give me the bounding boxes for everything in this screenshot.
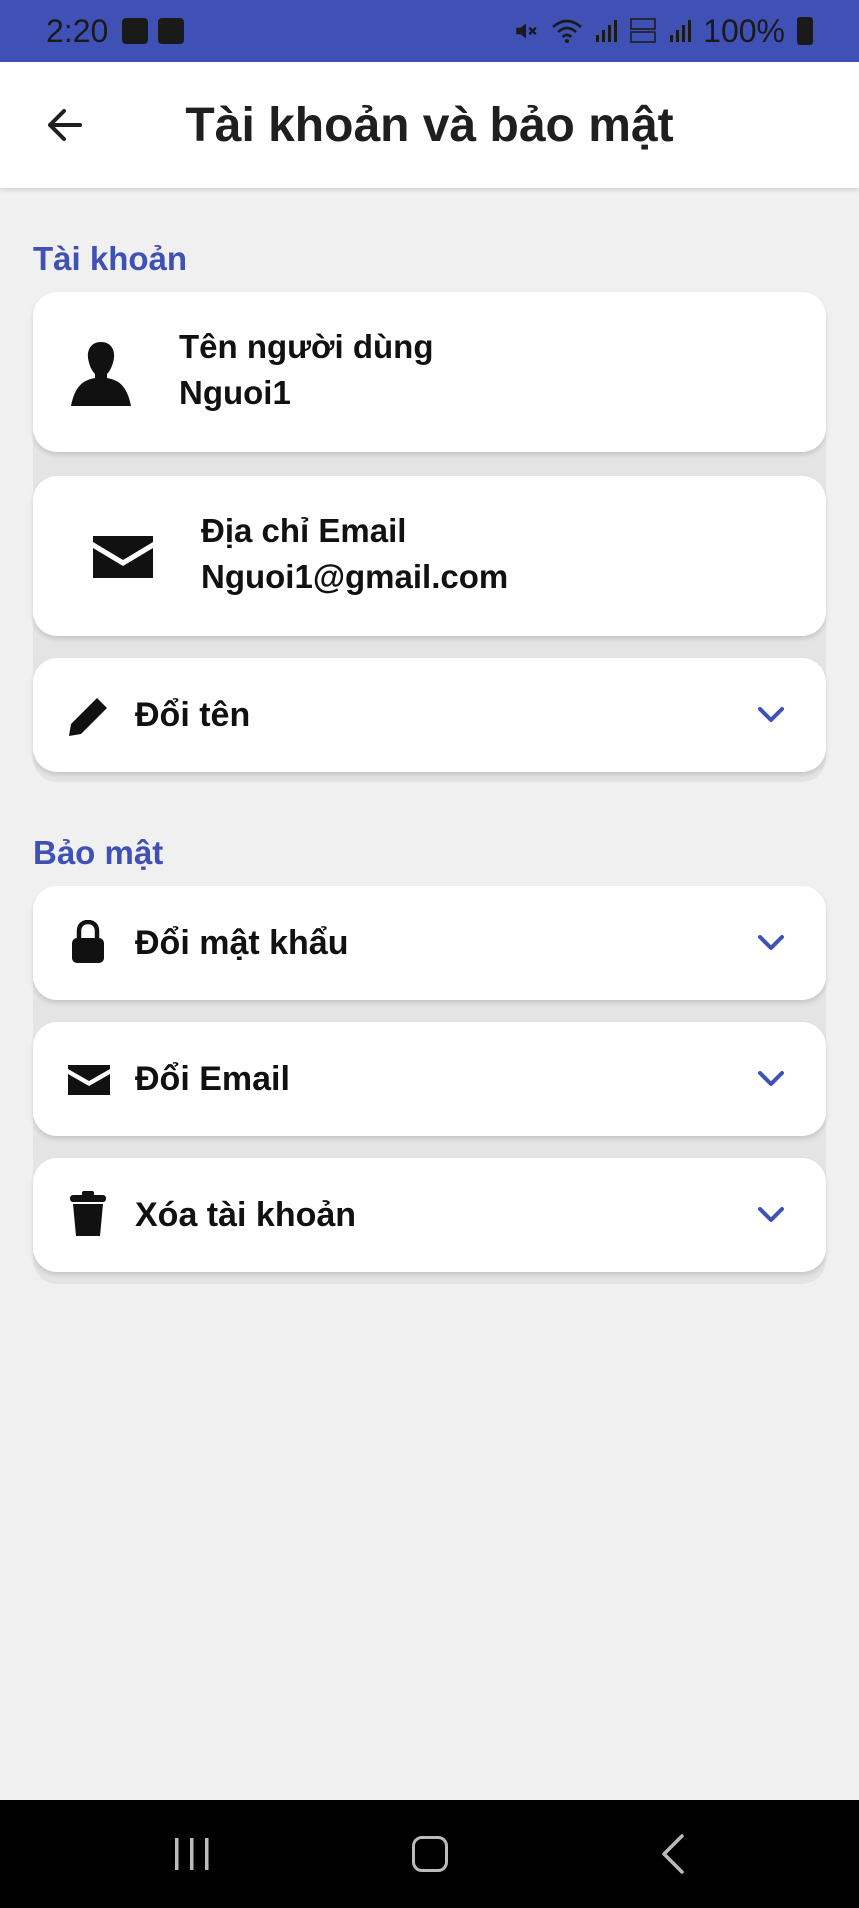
recents-icon[interactable] xyxy=(172,1836,212,1872)
gallery-icon xyxy=(122,18,149,44)
mute-icon xyxy=(516,23,537,39)
wifi-icon xyxy=(552,19,583,43)
delete-account-row[interactable]: Xóa tài khoản xyxy=(33,1158,826,1272)
mail-icon xyxy=(93,536,153,578)
status-right: 100% xyxy=(513,13,813,50)
email-label: Địa chỉ Email xyxy=(201,512,407,549)
status-time: 2:20 xyxy=(46,12,109,49)
chevron-down-icon[interactable] xyxy=(756,700,786,730)
trash-icon xyxy=(70,1191,106,1236)
back-icon[interactable] xyxy=(660,1834,686,1874)
username-value: Nguoi1 xyxy=(179,374,291,411)
person-icon xyxy=(71,342,131,406)
section-title-security: Bảo mật xyxy=(33,834,164,871)
pencil-icon xyxy=(69,698,107,736)
arrow-left-icon[interactable] xyxy=(40,100,90,150)
rename-row[interactable]: Đổi tên xyxy=(33,658,826,772)
email-card: Địa chỉ Email Nguoi1@gmail.com xyxy=(33,476,826,636)
signal-icon xyxy=(596,20,618,42)
username-label: Tên người dùng xyxy=(179,328,434,365)
email-value: Nguoi1@gmail.com xyxy=(201,558,509,595)
delete-account-label: Xóa tài khoản xyxy=(135,1196,357,1234)
status-bar: 2:20 100% xyxy=(0,0,859,62)
mail-icon xyxy=(68,1065,110,1095)
contact-icon xyxy=(158,18,185,44)
home-icon[interactable] xyxy=(412,1836,448,1872)
change-password-label: Đổi mật khẩu xyxy=(135,924,349,962)
battery-percent: 100% xyxy=(703,12,785,49)
lock-icon xyxy=(72,920,104,963)
app-bar: Tài khoản và bảo mật xyxy=(0,62,859,188)
chevron-down-icon[interactable] xyxy=(756,928,786,958)
page-title: Tài khoản và bảo mật xyxy=(185,98,674,152)
chevron-down-icon[interactable] xyxy=(756,1064,786,1094)
change-email-label: Đổi Email xyxy=(135,1060,290,1098)
signal-icon xyxy=(670,20,692,42)
chevron-down-icon[interactable] xyxy=(756,1200,786,1230)
system-nav-bar xyxy=(0,1800,859,1908)
volte-icon xyxy=(630,18,656,43)
change-password-row[interactable]: Đổi mật khẩu xyxy=(33,886,826,1000)
battery-icon xyxy=(797,17,813,45)
rename-label: Đổi tên xyxy=(135,696,251,734)
change-email-row[interactable]: Đổi Email xyxy=(33,1022,826,1136)
section-title-account: Tài khoản xyxy=(33,240,188,277)
username-card: Tên người dùng Nguoi1 xyxy=(33,292,826,452)
